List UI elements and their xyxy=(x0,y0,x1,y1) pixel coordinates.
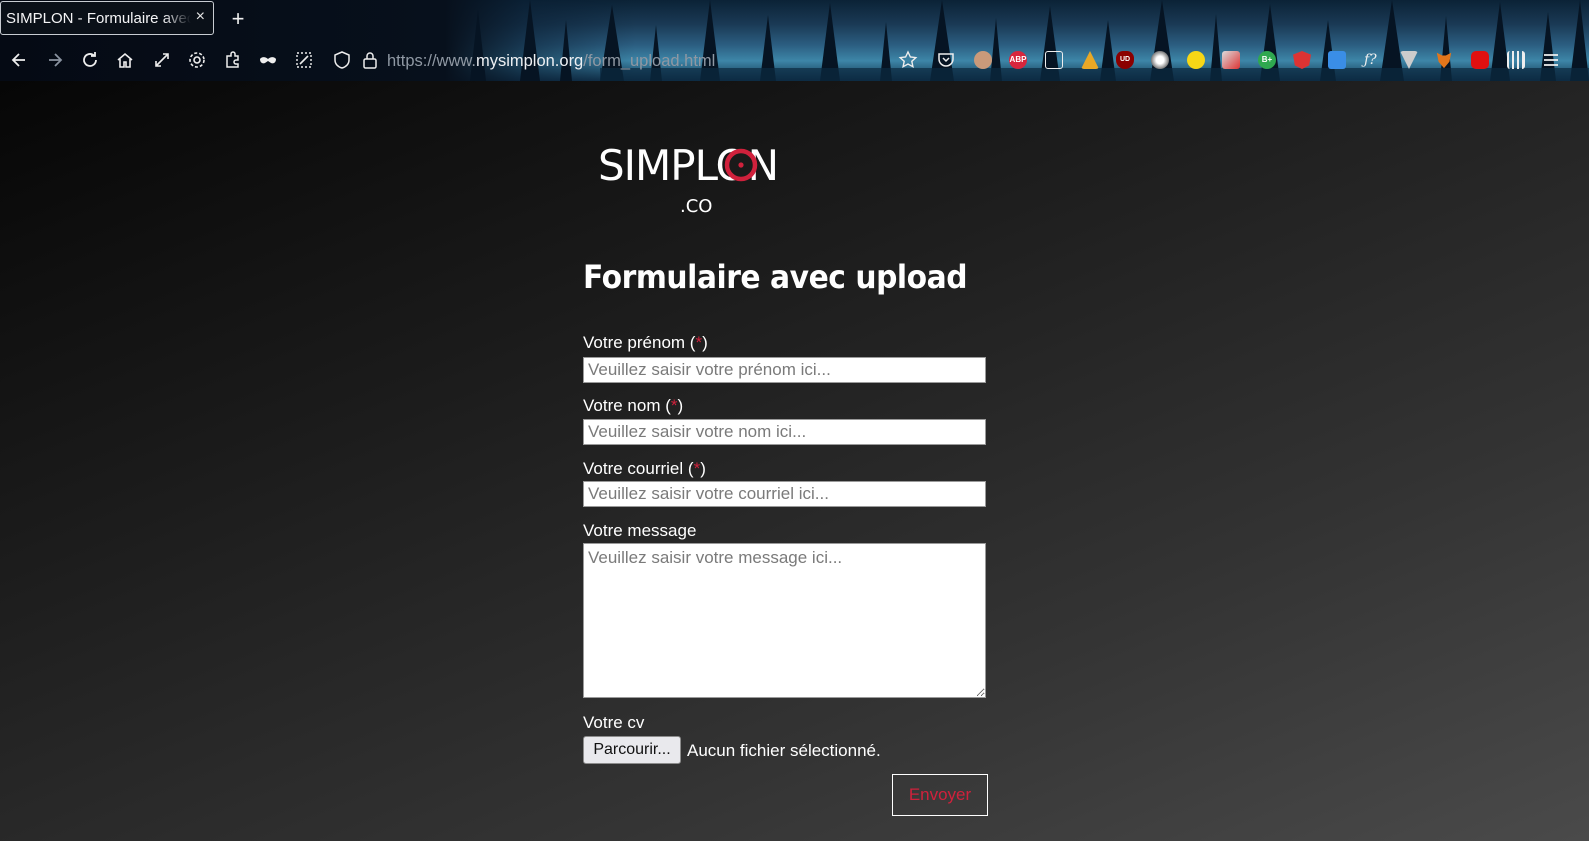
new-tab-button[interactable]: + xyxy=(228,6,248,32)
message-textarea[interactable] xyxy=(583,543,986,698)
tab-close-icon[interactable]: × xyxy=(196,8,205,26)
cv-label: Votre cv xyxy=(583,713,645,732)
metamask-fox-icon[interactable] xyxy=(1436,52,1452,69)
home-icon[interactable] xyxy=(115,50,135,70)
document-extension-icon[interactable] xyxy=(1328,51,1346,69)
url-domain: mysimplon.org xyxy=(475,52,584,70)
url-bar[interactable]: https://www.mysimplon.org/form_upload.ht… xyxy=(387,52,715,71)
hamburger-menu-icon[interactable] xyxy=(1541,50,1561,70)
logo-suffix: .CO xyxy=(680,196,712,217)
feather-extension-icon[interactable] xyxy=(1081,51,1099,69)
ublock-origin-icon[interactable]: UD xyxy=(1116,51,1134,69)
bplus-extension-icon[interactable]: B+ xyxy=(1258,51,1276,69)
library-icon[interactable] xyxy=(1507,51,1525,69)
tab-active[interactable]: SIMPLON - Formulaire avec upload × xyxy=(0,1,214,35)
shield-icon[interactable] xyxy=(332,50,352,70)
nom-input[interactable] xyxy=(583,419,986,445)
reader-glasses-icon[interactable] xyxy=(1045,51,1063,69)
avatar-extension-icon[interactable] xyxy=(974,51,992,69)
font-finder-icon[interactable]: ƒ? xyxy=(1364,51,1382,69)
tab-strip: SIMPLON - Formulaire avec upload × + xyxy=(0,0,1589,38)
reload-icon[interactable] xyxy=(80,50,100,70)
bird-extension-icon[interactable] xyxy=(1222,51,1240,69)
bookmark-star-icon[interactable] xyxy=(898,50,918,70)
vivaldi-v-icon[interactable] xyxy=(1400,51,1418,69)
fullscreen-icon[interactable] xyxy=(152,50,172,70)
courriel-label: Votre courriel (*) xyxy=(583,459,706,478)
page-title: Formulaire avec upload xyxy=(583,258,968,296)
prenom-label: Votre prénom (*) xyxy=(583,333,708,352)
gear-icon[interactable] xyxy=(187,50,207,70)
browse-file-button[interactable]: Parcourir... xyxy=(583,736,681,764)
youtube-icon[interactable] xyxy=(1471,51,1489,69)
screenshot-icon[interactable] xyxy=(294,50,314,70)
private-mask-icon[interactable] xyxy=(258,50,278,70)
prenom-input[interactable] xyxy=(583,357,986,383)
back-arrow-icon[interactable] xyxy=(9,50,29,70)
extensions-puzzle-icon[interactable] xyxy=(223,50,243,70)
adblock-plus-icon[interactable]: ABP xyxy=(1009,51,1027,69)
radiation-extension-icon[interactable] xyxy=(1187,51,1205,69)
url-prefix: https://www. xyxy=(387,52,476,70)
shield-extension-icon[interactable] xyxy=(1293,51,1311,69)
required-asterisk: * xyxy=(695,333,703,352)
pocket-icon[interactable] xyxy=(936,50,956,70)
required-asterisk: * xyxy=(670,396,678,415)
disconnect-icon[interactable] xyxy=(1151,51,1169,69)
forward-arrow-icon[interactable] xyxy=(45,50,65,70)
lock-icon xyxy=(360,50,380,70)
tab-title: SIMPLON - Formulaire avec upload xyxy=(6,10,191,27)
required-asterisk: * xyxy=(693,459,701,478)
submit-button[interactable]: Envoyer xyxy=(892,774,988,816)
courriel-input[interactable] xyxy=(583,481,986,507)
browser-chrome: SIMPLON - Formulaire avec upload × + xyxy=(0,0,1589,81)
simplon-logo: SIMPLON .CO xyxy=(598,140,798,220)
navigation-toolbar: https://www.mysimplon.org/form_upload.ht… xyxy=(0,40,1589,81)
message-label: Votre message xyxy=(583,521,697,540)
nom-label: Votre nom (*) xyxy=(583,396,684,415)
file-status-text: Aucun fichier sélectionné. xyxy=(687,741,881,760)
url-path: /form_upload.html xyxy=(583,52,716,70)
